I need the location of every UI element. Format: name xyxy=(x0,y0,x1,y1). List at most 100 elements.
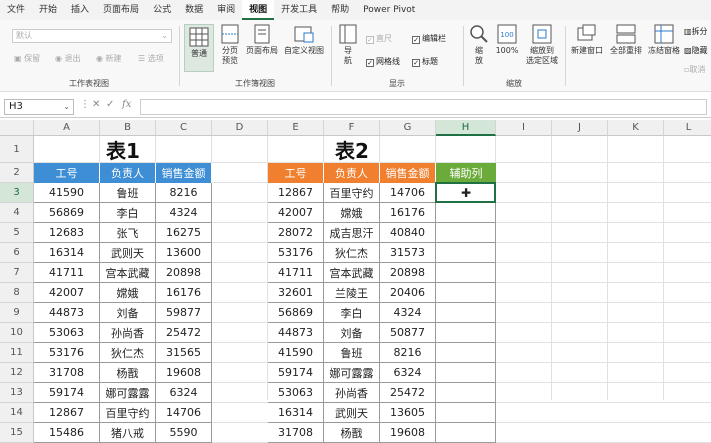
formula-input[interactable] xyxy=(140,99,707,115)
table-cell[interactable]: 59174 xyxy=(34,383,100,403)
table-cell[interactable]: 31708 xyxy=(268,423,324,443)
table-cell[interactable]: 32601 xyxy=(268,283,324,303)
table-cell[interactable]: 娜可露露 xyxy=(100,383,156,403)
column-header[interactable]: K xyxy=(608,120,664,136)
confirm-icon[interactable]: ✓ xyxy=(106,99,114,110)
freeze-panes-button[interactable]: 冻结窗格 xyxy=(646,24,682,56)
table-cell[interactable]: 16275 xyxy=(156,223,212,243)
row-header[interactable]: 2 xyxy=(0,163,34,183)
gridlines-checkbox[interactable]: ✓ 网格线 xyxy=(366,56,400,67)
table-cell[interactable]: 6324 xyxy=(380,363,436,383)
table-cell[interactable] xyxy=(436,363,496,383)
table-cell[interactable]: 杨戬 xyxy=(100,363,156,383)
column-header[interactable]: C xyxy=(156,120,212,136)
table-cell[interactable]: 张飞 xyxy=(100,223,156,243)
table-cell[interactable]: 4324 xyxy=(380,303,436,323)
table-cell[interactable]: 14706 xyxy=(380,183,436,203)
menu-item[interactable]: 数据 xyxy=(178,0,210,20)
table-cell[interactable]: 杨戬 xyxy=(324,423,380,443)
table2-header[interactable]: 销售金额 xyxy=(380,163,436,183)
table-cell[interactable]: 5590 xyxy=(156,423,212,443)
table2-header[interactable]: 工号 xyxy=(268,163,324,183)
insert-function-icon[interactable]: fx xyxy=(122,99,131,110)
name-box[interactable]: H3 ⌄ xyxy=(4,99,74,115)
table-cell[interactable]: 59877 xyxy=(156,303,212,323)
menu-item[interactable]: 视图 xyxy=(242,0,275,20)
table-cell[interactable]: 刘备 xyxy=(324,323,380,343)
new-window-button[interactable]: 新建窗口 xyxy=(568,24,606,56)
table-cell[interactable] xyxy=(436,243,496,263)
row-header[interactable]: 4 xyxy=(0,203,34,223)
table-cell[interactable]: 19608 xyxy=(156,363,212,383)
table-cell[interactable] xyxy=(436,323,496,343)
column-header[interactable]: F xyxy=(324,120,380,136)
table-cell[interactable]: 31708 xyxy=(34,363,100,383)
table-cell[interactable] xyxy=(436,203,496,223)
row-header[interactable]: 6 xyxy=(0,243,34,263)
select-all-corner[interactable] xyxy=(0,120,34,136)
menu-item[interactable]: 文件 xyxy=(0,0,32,20)
table-cell[interactable]: 15486 xyxy=(34,423,100,443)
headings-checkbox[interactable]: ✓ 标题 xyxy=(412,56,438,67)
table-cell[interactable]: 25472 xyxy=(156,323,212,343)
row-header[interactable]: 9 xyxy=(0,303,34,323)
table-cell[interactable]: 16176 xyxy=(156,283,212,303)
table-cell[interactable]: 成吉思汗 xyxy=(324,223,380,243)
column-header[interactable]: D xyxy=(212,120,268,136)
table-cell[interactable]: 娜可露露 xyxy=(324,363,380,383)
table-cell[interactable]: 25472 xyxy=(380,383,436,403)
table2-header[interactable]: 负责人 xyxy=(324,163,380,183)
table-cell[interactable]: 41711 xyxy=(34,263,100,283)
table-cell[interactable]: 41590 xyxy=(34,183,100,203)
column-header[interactable]: J xyxy=(552,120,608,136)
table-cell[interactable]: 8216 xyxy=(380,343,436,363)
table-cell[interactable]: 孙尚香 xyxy=(324,383,380,403)
table-cell[interactable]: 20898 xyxy=(380,263,436,283)
table-cell[interactable]: 42007 xyxy=(34,283,100,303)
table-cell[interactable]: 14706 xyxy=(156,403,212,423)
table-cell[interactable]: 31565 xyxy=(156,343,212,363)
table-cell[interactable]: 59174 xyxy=(268,363,324,383)
table1-header[interactable]: 工号 xyxy=(34,163,100,183)
normal-view-button[interactable]: 普通 xyxy=(184,24,214,72)
navigation-button[interactable]: 导 航 xyxy=(338,24,358,66)
ruler-checkbox[interactable]: ✓ 直尺 xyxy=(366,33,392,44)
menu-item[interactable]: 页面布局 xyxy=(96,0,146,20)
table-cell[interactable]: 12867 xyxy=(268,183,324,203)
column-header[interactable]: E xyxy=(268,120,324,136)
table-cell[interactable]: 44873 xyxy=(268,323,324,343)
table-cell[interactable]: 李白 xyxy=(100,203,156,223)
custom-view-button[interactable]: 自定义视图 xyxy=(281,24,327,56)
table-cell[interactable]: 42007 xyxy=(268,203,324,223)
table-cell[interactable]: 鲁班 xyxy=(100,183,156,203)
unhide-button[interactable]: ▫取消 xyxy=(684,64,711,75)
table-cell[interactable]: 12867 xyxy=(34,403,100,423)
menu-item[interactable]: 帮助 xyxy=(324,0,356,20)
row-header[interactable]: 3 xyxy=(0,183,34,203)
table-cell[interactable]: 28072 xyxy=(268,223,324,243)
new-sheet-view-button[interactable]: ◉ 新建 xyxy=(96,53,122,64)
table-cell[interactable]: 武则天 xyxy=(100,243,156,263)
menu-item[interactable]: 开发工具 xyxy=(274,0,324,20)
table-cell[interactable]: 16314 xyxy=(34,243,100,263)
table-cell[interactable]: 嫦娥 xyxy=(324,203,380,223)
table-cell[interactable]: 武则天 xyxy=(324,403,380,423)
zoom-selection-button[interactable]: 缩放到 选定区域 xyxy=(522,24,562,66)
table-cell[interactable]: 孙尚香 xyxy=(100,323,156,343)
table2-header[interactable]: 辅助列 xyxy=(436,163,496,183)
table-cell[interactable]: 13605 xyxy=(380,403,436,423)
table-cell[interactable]: 53176 xyxy=(268,243,324,263)
column-header[interactable]: B xyxy=(100,120,156,136)
table-cell[interactable]: 百里守约 xyxy=(324,183,380,203)
table-cell[interactable] xyxy=(436,383,496,403)
table-cell[interactable]: 猪八戒 xyxy=(100,423,156,443)
table-cell[interactable] xyxy=(436,263,496,283)
row-header[interactable]: 13 xyxy=(0,383,34,403)
zoom-100-button[interactable]: 100 100% xyxy=(494,24,520,56)
table-cell[interactable]: 宫本武藏 xyxy=(100,263,156,283)
table-cell[interactable]: 40840 xyxy=(380,223,436,243)
table-cell[interactable]: 狄仁杰 xyxy=(324,243,380,263)
menu-item[interactable]: 公式 xyxy=(146,0,178,20)
table-cell[interactable]: 56869 xyxy=(34,203,100,223)
table-cell[interactable]: 20406 xyxy=(380,283,436,303)
